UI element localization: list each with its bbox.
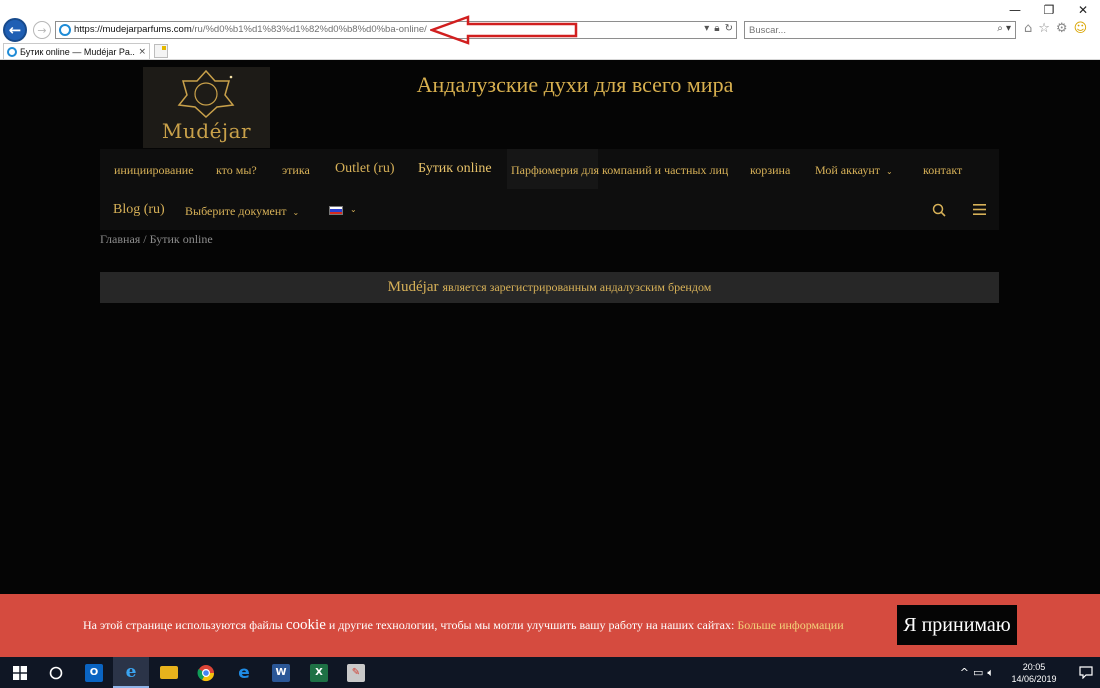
- banner-brand: Mudéjar: [387, 279, 439, 295]
- gear-icon[interactable]: ⚙: [1056, 21, 1068, 36]
- chevron-down-icon: ⌄: [885, 167, 893, 176]
- tab-title: Бутик online — Mudéjar Pa...: [20, 46, 136, 57]
- outlook-icon[interactable]: O: [76, 657, 112, 688]
- logo-text: Mudéjar: [161, 119, 252, 143]
- nav-item-boutique[interactable]: Бутик online: [418, 161, 492, 177]
- internet-explorer-icon[interactable]: e: [113, 657, 149, 688]
- ie-favicon-icon: [59, 24, 71, 36]
- nav-item-label: Выберите документ: [185, 204, 287, 218]
- cookie-message: На этой странице используются файлы cook…: [83, 617, 844, 634]
- web-page: Mudéjar Андалузские духи для всего мира …: [0, 60, 1100, 657]
- paint-icon[interactable]: ✎: [338, 657, 374, 688]
- breadcrumb: Главная / Бутик online: [100, 232, 213, 246]
- windows-start-icon[interactable]: [2, 657, 38, 688]
- url-path: /ru/%d0%b1%d1%83%d1%82%d0%b8%d0%ba-onlin…: [191, 24, 427, 35]
- cookie-text-after: и другие технологии, чтобы мы могли улуч…: [328, 618, 735, 632]
- nav-item-select-document[interactable]: Выберите документ ⌄: [185, 204, 299, 219]
- windows-taskbar: O e e W X ✎ ^▭🔈︎ 20:05 14/06/2019: [0, 657, 1100, 688]
- back-button[interactable]: ←: [3, 18, 27, 42]
- nav-item-about[interactable]: кто мы?: [216, 163, 257, 178]
- accept-cookies-button[interactable]: Я принимаю: [897, 605, 1017, 645]
- browser-chrome: — ❐ ✕ ← → https://mudejarparfums.com/ru/…: [0, 0, 1100, 60]
- network-icon[interactable]: ▭: [973, 666, 987, 679]
- arrow-left-icon: ←: [8, 21, 22, 39]
- chevron-down-icon: ⌄: [292, 208, 300, 217]
- refresh-icon[interactable]: ↻: [725, 23, 733, 34]
- cookie-word: cookie: [285, 617, 326, 633]
- browser-tab[interactable]: Бутик online — Mudéjar Pa... ×: [3, 43, 150, 59]
- forward-button[interactable]: →: [33, 21, 51, 39]
- tab-close-button[interactable]: ×: [135, 47, 149, 57]
- cookie-text-before: На этой странице используются файлы: [83, 618, 283, 632]
- browser-search-box[interactable]: ⌕ ▾: [744, 21, 1016, 39]
- star-icon[interactable]: ☆: [1038, 21, 1050, 36]
- minimize-button[interactable]: —: [998, 0, 1032, 20]
- url-text: https://mudejarparfums.com/ru/%d0%b1%d1%…: [74, 24, 427, 35]
- russian-flag-icon[interactable]: [329, 206, 343, 215]
- home-icon[interactable]: ⌂: [1024, 21, 1032, 36]
- chevron-down-icon[interactable]: ⌄: [350, 205, 357, 214]
- banner-text: является зарегистрированным андалузским …: [442, 280, 712, 294]
- close-window-button[interactable]: ✕: [1066, 0, 1100, 20]
- nav-item-cart[interactable]: корзина: [750, 163, 790, 178]
- search-icon[interactable]: [932, 203, 946, 217]
- clock-time: 20:05: [1022, 661, 1046, 672]
- url-host: https://mudejarparfums.com: [74, 24, 192, 35]
- dropdown-arrow-icon[interactable]: ▾: [704, 23, 709, 34]
- address-bar[interactable]: https://mudejarparfums.com/ru/%d0%b1%d1%…: [55, 21, 737, 39]
- excel-icon[interactable]: X: [301, 657, 337, 688]
- arrow-right-icon: →: [37, 23, 47, 37]
- nav-item-label: Мой аккаунт: [815, 163, 880, 177]
- word-icon[interactable]: W: [263, 657, 299, 688]
- red-arrow-annotation: [430, 15, 578, 45]
- cortana-icon[interactable]: [38, 657, 74, 688]
- chevron-up-icon[interactable]: ^: [960, 666, 973, 679]
- hamburger-menu-icon[interactable]: [973, 204, 986, 215]
- chrome-icon[interactable]: [188, 657, 224, 688]
- toolbar-icons: ⌂ ☆ ⚙ ☺: [1024, 21, 1087, 36]
- main-navigation: инициирование кто мы? этика Outlet (ru) …: [100, 149, 999, 230]
- nav-item-blog[interactable]: Blog (ru): [113, 202, 165, 218]
- tray-icons: ^▭🔈︎: [960, 666, 998, 680]
- edge-icon[interactable]: e: [226, 657, 262, 688]
- nav-item-outlet[interactable]: Outlet (ru): [335, 161, 394, 177]
- more-info-link[interactable]: Больше информации: [737, 618, 843, 632]
- window-controls: — ❐ ✕: [998, 0, 1100, 20]
- site-tagline: Андалузские духи для всего мира: [416, 72, 734, 97]
- system-tray: ^▭🔈︎ 20:05 14/06/2019: [960, 657, 1100, 688]
- volume-icon[interactable]: 🔈︎: [987, 666, 998, 679]
- site-logo[interactable]: Mudéjar: [143, 67, 270, 148]
- brand-banner: Mudéjar является зарегистрированным анда…: [100, 272, 999, 303]
- nav-item-ethics[interactable]: этика: [282, 163, 310, 178]
- nav-item-my-account[interactable]: Мой аккаунт ⌄: [815, 163, 893, 178]
- notifications-icon[interactable]: [1072, 657, 1100, 688]
- cookie-consent-bar: На этой странице используются файлы cook…: [0, 594, 1100, 657]
- nav-item-initiation[interactable]: инициирование: [114, 163, 194, 178]
- file-explorer-icon[interactable]: [151, 657, 187, 688]
- clock[interactable]: 20:05 14/06/2019: [1008, 661, 1060, 685]
- nav-item-contact[interactable]: контакт: [923, 163, 962, 178]
- smiley-icon[interactable]: ☺: [1074, 21, 1088, 36]
- clock-date: 14/06/2019: [1011, 673, 1057, 684]
- address-tools: ▾ 🔒︎ ↻: [704, 23, 733, 34]
- nav-item-perfumery[interactable]: Парфюмерия для компаний и частных лиц: [511, 163, 728, 178]
- browser-search-input[interactable]: [745, 22, 985, 38]
- restore-button[interactable]: ❐: [1032, 0, 1066, 20]
- new-tab-button[interactable]: [154, 44, 168, 58]
- search-icon[interactable]: ⌕ ▾: [997, 23, 1011, 34]
- lock-icon[interactable]: 🔒︎: [714, 23, 719, 34]
- ie-favicon-icon: [7, 46, 17, 57]
